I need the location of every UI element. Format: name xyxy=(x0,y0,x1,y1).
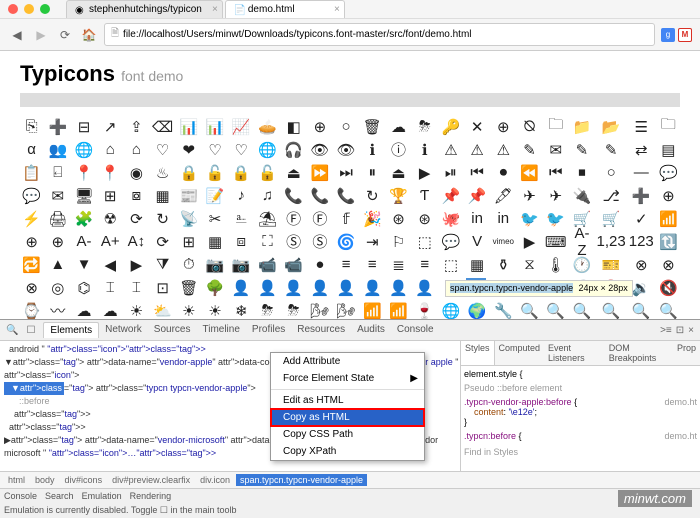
zoom-window[interactable] xyxy=(40,4,50,14)
context-menu-item[interactable]: Copy as HTML xyxy=(271,409,424,426)
context-menu-item[interactable]: Force Element State▶ xyxy=(271,370,424,387)
address-bar[interactable]: 🗎 file://localhost/Users/minwt/Downloads/… xyxy=(104,23,655,46)
devtools-settings-icon[interactable]: >≡ xyxy=(660,325,672,336)
drawer-tab[interactable]: Rendering xyxy=(130,491,172,501)
find-in-styles[interactable]: Find in Styles xyxy=(464,447,697,457)
styles-tab[interactable]: Computed xyxy=(495,341,545,365)
breadcrumb-item[interactable]: div.icon xyxy=(196,474,234,486)
context-menu-item[interactable]: Copy XPath xyxy=(271,443,424,460)
file-icon: 📄 xyxy=(234,5,244,15)
github-icon: ◉ xyxy=(75,5,85,15)
devtools-dock-icon[interactable]: ⊡ xyxy=(676,325,684,336)
devtools-tab-elements[interactable]: Elements xyxy=(43,322,99,338)
devtools-tab-resources[interactable]: Resources xyxy=(291,322,351,338)
browser-tab[interactable]: 📄 demo.html × xyxy=(225,0,345,18)
url-text: file://localhost/Users/minwt/Downloads/t… xyxy=(123,29,471,40)
breadcrumb-item[interactable]: html xyxy=(4,474,29,486)
breadcrumb[interactable]: htmlbodydiv#iconsdiv#preview.clearfixdiv… xyxy=(0,471,700,488)
forward-button[interactable]: ▶ xyxy=(32,26,50,44)
styles-tab[interactable]: Prop xyxy=(673,341,700,365)
browser-tab[interactable]: ◉ stephenhutchings/typicon × xyxy=(66,0,223,18)
page-content: Typicons font demo ⎘➕⊟↗⇪⌫📊📊📈🥧◧⊕○🗑☁⛈🔑✕⊕⦰🗀… xyxy=(0,51,700,341)
file-protocol-icon: 🗎 xyxy=(111,26,119,43)
selector: .typcn-vendor-apple:before xyxy=(464,397,572,407)
drawer-tab[interactable]: Emulation xyxy=(82,491,122,501)
breadcrumb-item[interactable]: body xyxy=(31,474,59,486)
style-rule: element.style { xyxy=(464,369,523,379)
context-menu-item[interactable]: Copy CSS Path xyxy=(271,426,424,443)
inspect-icon[interactable]: 🔍 xyxy=(6,325,18,336)
drawer-tab[interactable]: Search xyxy=(45,491,74,501)
breadcrumb-item[interactable]: div#preview.clearfix xyxy=(108,474,194,486)
demo-bar xyxy=(20,93,680,107)
devtools-close-icon[interactable]: × xyxy=(688,325,694,336)
back-button[interactable]: ◀ xyxy=(8,26,26,44)
context-menu: Add AttributeForce Element State▶ Edit as… xyxy=(270,352,425,461)
close-window[interactable] xyxy=(8,4,18,14)
close-tab-icon[interactable]: × xyxy=(334,4,340,15)
source-link[interactable]: demo.ht xyxy=(664,397,697,407)
devtools-tab-audits[interactable]: Audits xyxy=(351,322,391,338)
close-tab-icon[interactable]: × xyxy=(212,4,218,15)
devtools-tab-network[interactable]: Network xyxy=(99,322,148,338)
device-icon[interactable]: ☐ xyxy=(26,325,35,336)
devtools-tab-console[interactable]: Console xyxy=(391,322,440,338)
devtools-tab-timeline[interactable]: Timeline xyxy=(196,322,245,338)
minimize-window[interactable] xyxy=(24,4,34,14)
home-button[interactable]: 🏠 xyxy=(80,26,98,44)
context-menu-item[interactable]: Edit as HTML xyxy=(271,392,424,409)
selector: .typcn:before xyxy=(464,431,516,441)
tab-title: demo.html xyxy=(248,4,295,15)
context-menu-item[interactable]: Add Attribute xyxy=(271,353,424,370)
styles-panel[interactable]: StylesComputedEvent ListenersDOM Breakpo… xyxy=(460,341,700,471)
element-tooltip: span.typcn.typcn-vendor-apple 24px × 28p… xyxy=(445,280,633,297)
styles-tab[interactable]: DOM Breakpoints xyxy=(605,341,673,365)
breadcrumb-item[interactable]: span.typcn.typcn-vendor-apple xyxy=(236,474,367,486)
styles-tab[interactable]: Event Listeners xyxy=(544,341,605,365)
reload-button[interactable]: ⟳ xyxy=(56,26,74,44)
tab-title: stephenhutchings/typicon xyxy=(89,4,202,15)
devtools-tab-sources[interactable]: Sources xyxy=(148,322,197,338)
page-title: Typicons font demo xyxy=(20,61,680,87)
gmail-ext-icon[interactable]: M xyxy=(678,28,692,42)
google-ext-icon[interactable]: g xyxy=(661,28,675,42)
watermark: minwt.com xyxy=(618,490,692,507)
devtools-tab-profiles[interactable]: Profiles xyxy=(246,322,291,338)
drawer-tab[interactable]: Console xyxy=(4,491,37,501)
breadcrumb-item[interactable]: div#icons xyxy=(61,474,107,486)
styles-tab[interactable]: Styles xyxy=(461,341,495,365)
source-link[interactable]: demo.ht xyxy=(664,431,697,441)
pseudo-label: Pseudo ::before element xyxy=(464,383,697,393)
